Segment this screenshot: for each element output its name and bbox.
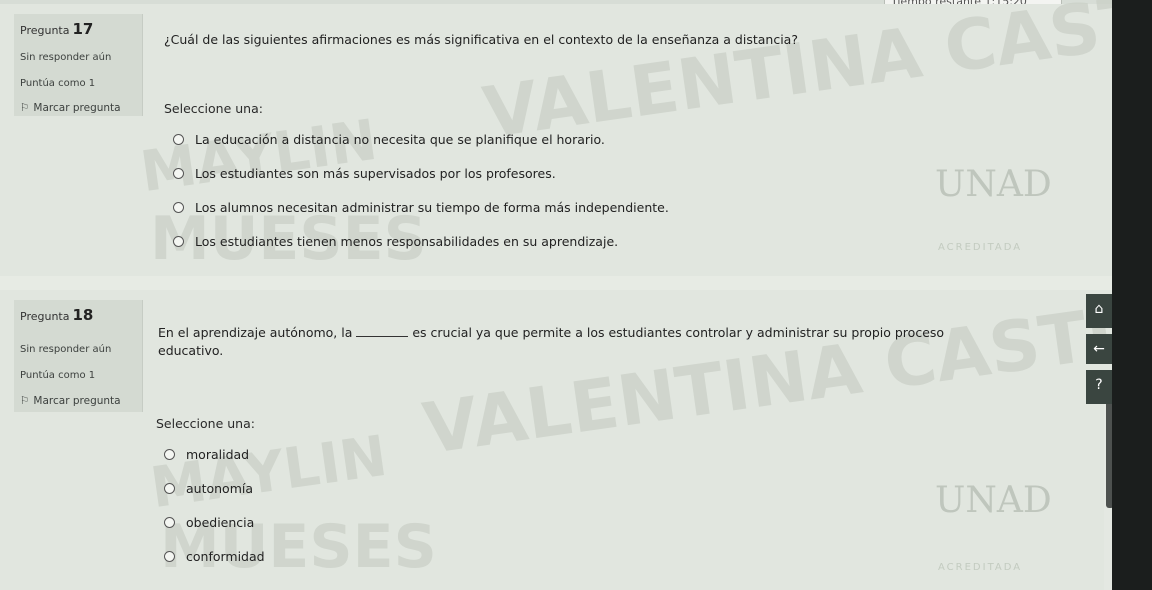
question-text: En el aprendizaje autónomo, la es crucia… xyxy=(158,324,945,358)
accredited-seal: ACREDITADA xyxy=(938,242,1023,253)
radio-button[interactable] xyxy=(173,134,184,145)
option-d[interactable]: Los estudiantes tienen menos responsabil… xyxy=(173,234,618,249)
radio-button[interactable] xyxy=(164,517,175,528)
radio-button[interactable] xyxy=(164,449,175,460)
home-button[interactable]: ⌂ xyxy=(1086,294,1112,328)
watermark-name-2: MAYLIN xyxy=(136,107,382,206)
question-info: Pregunta 18 Sin responder aún Puntúa como… xyxy=(14,300,143,412)
help-button[interactable]: ? xyxy=(1086,370,1112,404)
select-prompt: Seleccione una: xyxy=(156,416,255,431)
option-a[interactable]: La educación a distancia no necesita que… xyxy=(173,132,605,147)
points: Puntúa como 1 xyxy=(20,78,96,89)
question-number: Pregunta 18 xyxy=(20,306,94,324)
question-separator xyxy=(0,276,1112,290)
flag-icon: ⚐ xyxy=(20,395,30,407)
question-text: ¿Cuál de las siguientes afirmaciones es … xyxy=(164,32,798,47)
unad-logo: UNAD xyxy=(935,164,1052,205)
back-button[interactable]: ← xyxy=(1086,334,1112,364)
select-prompt: Seleccione una: xyxy=(164,101,263,116)
option-d[interactable]: conformidad xyxy=(164,549,265,564)
unad-logo: UNAD xyxy=(935,480,1052,521)
flag-icon: ⚐ xyxy=(20,102,30,114)
radio-button[interactable] xyxy=(173,236,184,247)
watermark-name-2: MAYLIN xyxy=(146,423,392,522)
answer-status: Sin responder aún xyxy=(20,52,112,63)
question-17: Pregunta 17 Sin responder aún Puntúa como… xyxy=(0,0,1152,276)
option-c[interactable]: obediencia xyxy=(164,515,254,530)
help-icon: ? xyxy=(1095,377,1103,393)
question-number: Pregunta 17 xyxy=(20,20,94,38)
option-b[interactable]: autonomía xyxy=(164,481,253,496)
flag-question[interactable]: ⚐ Marcar pregunta xyxy=(20,102,121,114)
back-arrow-icon: ← xyxy=(1093,341,1105,357)
question-18: Pregunta 18 Sin responder aún Puntúa como… xyxy=(0,272,1152,590)
answer-blank xyxy=(356,324,409,337)
radio-button[interactable] xyxy=(164,551,175,562)
accredited-seal: ACREDITADA xyxy=(938,562,1023,573)
option-a[interactable]: moralidad xyxy=(164,447,249,462)
radio-button[interactable] xyxy=(164,483,175,494)
points: Puntúa como 1 xyxy=(20,370,96,381)
watermark-name: VALENTINA CASTILLO xyxy=(418,271,1152,471)
flag-question[interactable]: ⚐ Marcar pregunta xyxy=(20,395,121,407)
option-b[interactable]: Los estudiantes son más supervisados por… xyxy=(173,166,556,181)
radio-button[interactable] xyxy=(173,168,184,179)
answer-status: Sin responder aún xyxy=(20,344,112,355)
question-info: Pregunta 17 Sin responder aún Puntúa como… xyxy=(14,14,143,116)
screen-edge xyxy=(1112,0,1152,590)
radio-button[interactable] xyxy=(173,202,184,213)
home-icon: ⌂ xyxy=(1094,301,1104,317)
option-c[interactable]: Los alumnos necesitan administrar su tie… xyxy=(173,200,669,215)
